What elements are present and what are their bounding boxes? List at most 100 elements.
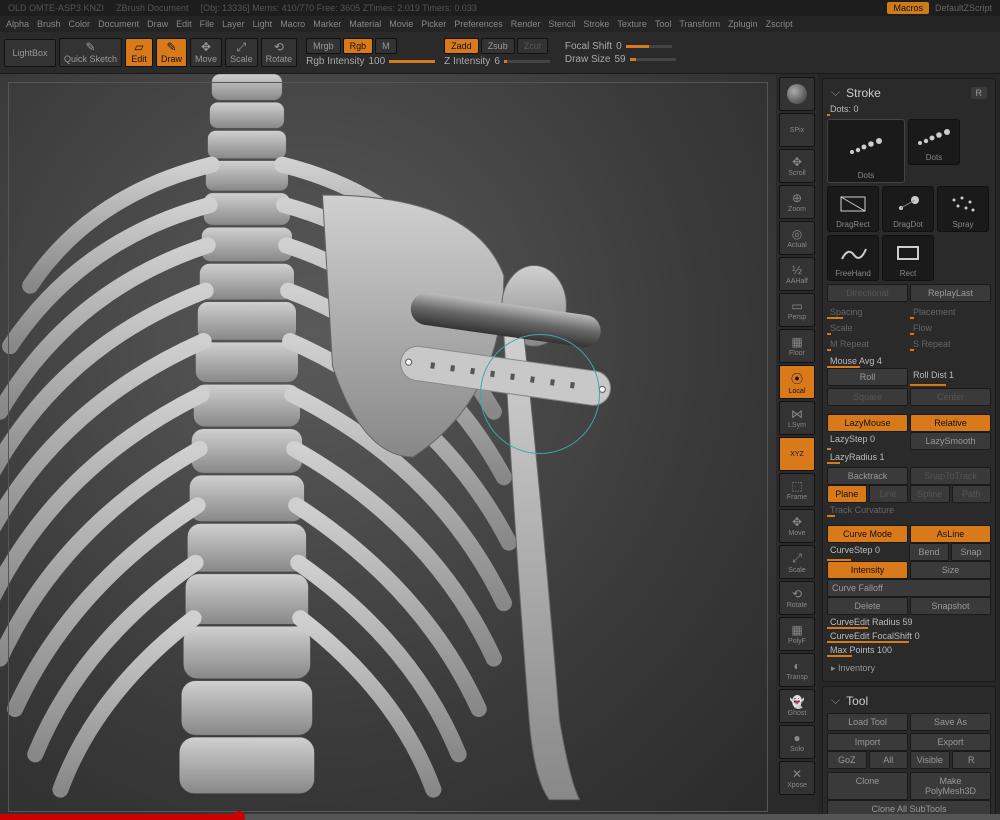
inventory-section[interactable]: ▸ Inventory [827, 660, 991, 677]
toolstrip-scale[interactable]: ⤢Scale [779, 545, 815, 579]
curve-step-slider[interactable]: CurveStep 0 [827, 543, 907, 561]
menu-material[interactable]: Material [349, 19, 381, 29]
goz-all-button[interactable]: All [869, 751, 909, 769]
stroke-value-slider[interactable]: Dots: 0 [827, 102, 991, 116]
snap-button[interactable]: Snap [951, 543, 991, 561]
menu-tool[interactable]: Tool [655, 19, 672, 29]
directional-button[interactable]: Directional [827, 284, 908, 302]
relative-button[interactable]: Relative [910, 414, 991, 432]
size-button[interactable]: Size [910, 561, 991, 579]
path-button[interactable]: Path [952, 485, 992, 503]
snapshot-button[interactable]: Snapshot [910, 597, 991, 615]
menu-brush[interactable]: Brush [37, 19, 61, 29]
toolstrip-frame[interactable]: ⬚Frame [779, 473, 815, 507]
menu-zplugin[interactable]: Zplugin [728, 19, 758, 29]
menu-render[interactable]: Render [511, 19, 541, 29]
menu-texture[interactable]: Texture [617, 19, 647, 29]
square-button[interactable]: Square [827, 388, 908, 406]
menu-zscript[interactable]: Zscript [766, 19, 793, 29]
scale-slider[interactable]: Scale [827, 321, 908, 335]
menu-picker[interactable]: Picker [421, 19, 446, 29]
menu-document[interactable]: Document [98, 19, 139, 29]
replay-last-button[interactable]: ReplayLast [910, 284, 991, 302]
rotate-button[interactable]: ⟲Rotate [261, 38, 298, 67]
import-button[interactable]: Import [827, 733, 908, 751]
zsub-button[interactable]: Zsub [481, 38, 515, 54]
spacing-slider[interactable]: Spacing [827, 305, 908, 319]
stroke-thumb-spray[interactable]: Spray [937, 186, 989, 232]
delete-button[interactable]: Delete [827, 597, 908, 615]
as-line-button[interactable]: AsLine [910, 525, 991, 543]
draw-size-slider[interactable] [630, 58, 676, 61]
make-polymesh-button[interactable]: Make PolyMesh3D [910, 772, 991, 800]
quick-sketch-button[interactable]: ✎Quick Sketch [59, 38, 122, 67]
toolstrip-persp[interactable]: ▭Persp [779, 293, 815, 327]
stroke-thumb-dots[interactable]: Dots [908, 119, 960, 165]
lightbox-button[interactable]: LightBox [4, 39, 56, 67]
export-button[interactable]: Export [910, 733, 991, 751]
menu-movie[interactable]: Movie [389, 19, 413, 29]
reset-button[interactable]: R [971, 87, 988, 99]
toolstrip-aahalf[interactable]: ½AAHalf [779, 257, 815, 291]
lazy-step-slider[interactable]: LazyStep 0 [827, 432, 908, 450]
plane-button[interactable]: Plane [827, 485, 867, 503]
curve-falloff-button[interactable]: Curve Falloff [827, 579, 991, 597]
draw-button[interactable]: ✎Draw [156, 38, 187, 67]
zcut-button[interactable]: Zcut [517, 38, 549, 54]
track-curvature-slider[interactable]: Track Curvature [827, 503, 991, 517]
stroke-panel-header[interactable]: ⌵ Stroke R [827, 83, 991, 102]
menu-alpha[interactable]: Alpha [6, 19, 29, 29]
menu-macro[interactable]: Macro [280, 19, 305, 29]
menu-stencil[interactable]: Stencil [548, 19, 575, 29]
toolstrip-move[interactable]: ✥Move [779, 509, 815, 543]
curve-edit-focal-slider[interactable]: CurveEdit FocalShift 0 [827, 629, 991, 643]
stroke-thumb-dragdot[interactable]: DragDot [882, 186, 934, 232]
menu-color[interactable]: Color [69, 19, 91, 29]
default-script-button[interactable]: DefaultZScript [935, 3, 992, 13]
toolstrip-xyz[interactable]: XYZ [779, 437, 815, 471]
focal-shift-slider[interactable] [626, 45, 672, 48]
srepeat-slider[interactable]: S Repeat [910, 337, 991, 351]
tool-panel-header[interactable]: ⌵ Tool [827, 691, 991, 710]
roll-button[interactable]: Roll [827, 368, 908, 386]
menu-edit[interactable]: Edit [176, 19, 192, 29]
flow-slider[interactable]: Flow [910, 321, 991, 335]
menu-preferences[interactable]: Preferences [454, 19, 503, 29]
max-points-slider[interactable]: Max Points 100 [827, 643, 991, 657]
toolstrip-transp[interactable]: ◐Transp [779, 653, 815, 687]
toolstrip-xpose[interactable]: ✕Xpose [779, 761, 815, 795]
toolstrip-rotate[interactable]: ⟲Rotate [779, 581, 815, 615]
zadd-button[interactable]: Zadd [444, 38, 479, 54]
toolstrip-spix[interactable]: SPix [779, 113, 815, 147]
toolstrip-ghost[interactable]: 👻Ghost [779, 689, 815, 723]
goz-button[interactable]: GoZ [827, 751, 867, 769]
lazy-smooth-button[interactable]: LazySmooth [910, 432, 991, 450]
rgb-button[interactable]: Rgb [343, 38, 374, 54]
line-button[interactable]: Line [869, 485, 909, 503]
toolstrip-polyf[interactable]: ▦PolyF [779, 617, 815, 651]
snap-to-track-button[interactable]: SnapToTrack [910, 467, 991, 485]
toolstrip-sphere[interactable] [779, 77, 815, 111]
goz-r-button[interactable]: R [952, 751, 992, 769]
save-as-button[interactable]: Save As [910, 713, 991, 731]
curve-mode-button[interactable]: Curve Mode [827, 525, 908, 543]
goz-visible-button[interactable]: Visible [910, 751, 950, 769]
toolstrip-floor[interactable]: ▦Floor [779, 329, 815, 363]
z-intensity-slider[interactable] [504, 60, 550, 63]
load-tool-button[interactable]: Load Tool [827, 713, 908, 731]
menu-stroke[interactable]: Stroke [583, 19, 609, 29]
roll-dist-slider[interactable]: Roll Dist 1 [910, 368, 991, 386]
viewport[interactable] [0, 74, 776, 820]
lazy-mouse-button[interactable]: LazyMouse [827, 414, 908, 432]
toolstrip-solo[interactable]: ●Solo [779, 725, 815, 759]
stroke-thumb-dragrect[interactable]: DragRect [827, 186, 879, 232]
macros-button[interactable]: Macros [887, 2, 929, 14]
menu-file[interactable]: File [200, 19, 215, 29]
stroke-thumb-freehand[interactable]: FreeHand [827, 235, 879, 281]
backtrack-button[interactable]: Backtrack [827, 467, 908, 485]
placement-slider[interactable]: Placement [910, 305, 991, 319]
toolstrip-lsym[interactable]: ⋈LSym [779, 401, 815, 435]
menu-marker[interactable]: Marker [313, 19, 341, 29]
lazy-radius-slider[interactable]: LazyRadius 1 [827, 450, 991, 464]
bend-button[interactable]: Bend [909, 543, 949, 561]
